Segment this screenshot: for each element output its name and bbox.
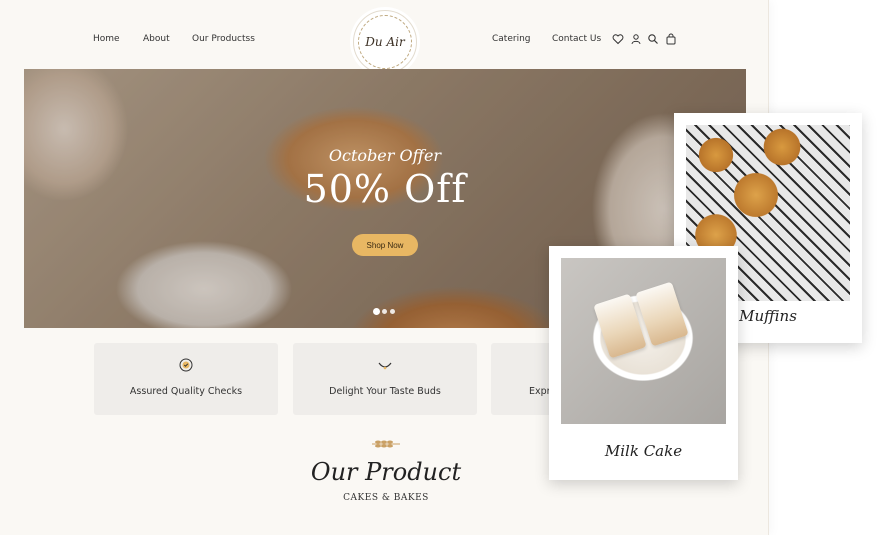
nav-link-about[interactable]: About <box>143 34 170 44</box>
shop-now-button[interactable]: Shop Now <box>352 234 418 256</box>
milk-cake-photo <box>561 258 726 424</box>
wheat-icon <box>372 440 400 448</box>
logo-badge: Du Air <box>358 15 412 69</box>
slider-dot[interactable] <box>390 309 395 314</box>
feature-card-quality: Assured Quality Checks <box>94 343 278 415</box>
product-card-milk-cake[interactable]: Milk Cake <box>549 246 738 480</box>
nav-link-catering[interactable]: Catering <box>492 34 530 44</box>
smile-icon <box>378 362 392 370</box>
slider-dot[interactable] <box>374 309 379 314</box>
feature-label: Assured Quality Checks <box>129 386 243 397</box>
feature-label: Delight Your Taste Buds <box>329 386 441 397</box>
nav-link-our-products[interactable]: Our Productss <box>192 34 255 44</box>
search-icon[interactable] <box>647 33 659 45</box>
heart-icon[interactable] <box>612 33 624 45</box>
hero-offer-label: October Offer <box>328 146 442 165</box>
slider-dots <box>374 299 398 318</box>
logo-text: Du Air <box>365 35 405 49</box>
top-navigation: Home About Our Productss Du Air Catering… <box>0 0 768 74</box>
user-icon[interactable] <box>630 33 642 45</box>
product-caption: Milk Cake <box>604 442 683 460</box>
feature-card-taste: Delight Your Taste Buds <box>293 343 477 415</box>
brand-logo[interactable]: Du Air <box>353 10 417 74</box>
nav-link-contact-us[interactable]: Contact Us <box>552 34 601 44</box>
nav-link-home[interactable]: Home <box>93 34 120 44</box>
slider-dot[interactable] <box>382 309 387 314</box>
section-subtitle: CAKES & BAKES <box>343 493 429 503</box>
hero-discount: 50% Off <box>303 167 467 211</box>
section-title: Our Product <box>310 458 462 486</box>
cart-icon[interactable] <box>665 33 677 45</box>
quality-badge-icon <box>179 358 193 372</box>
